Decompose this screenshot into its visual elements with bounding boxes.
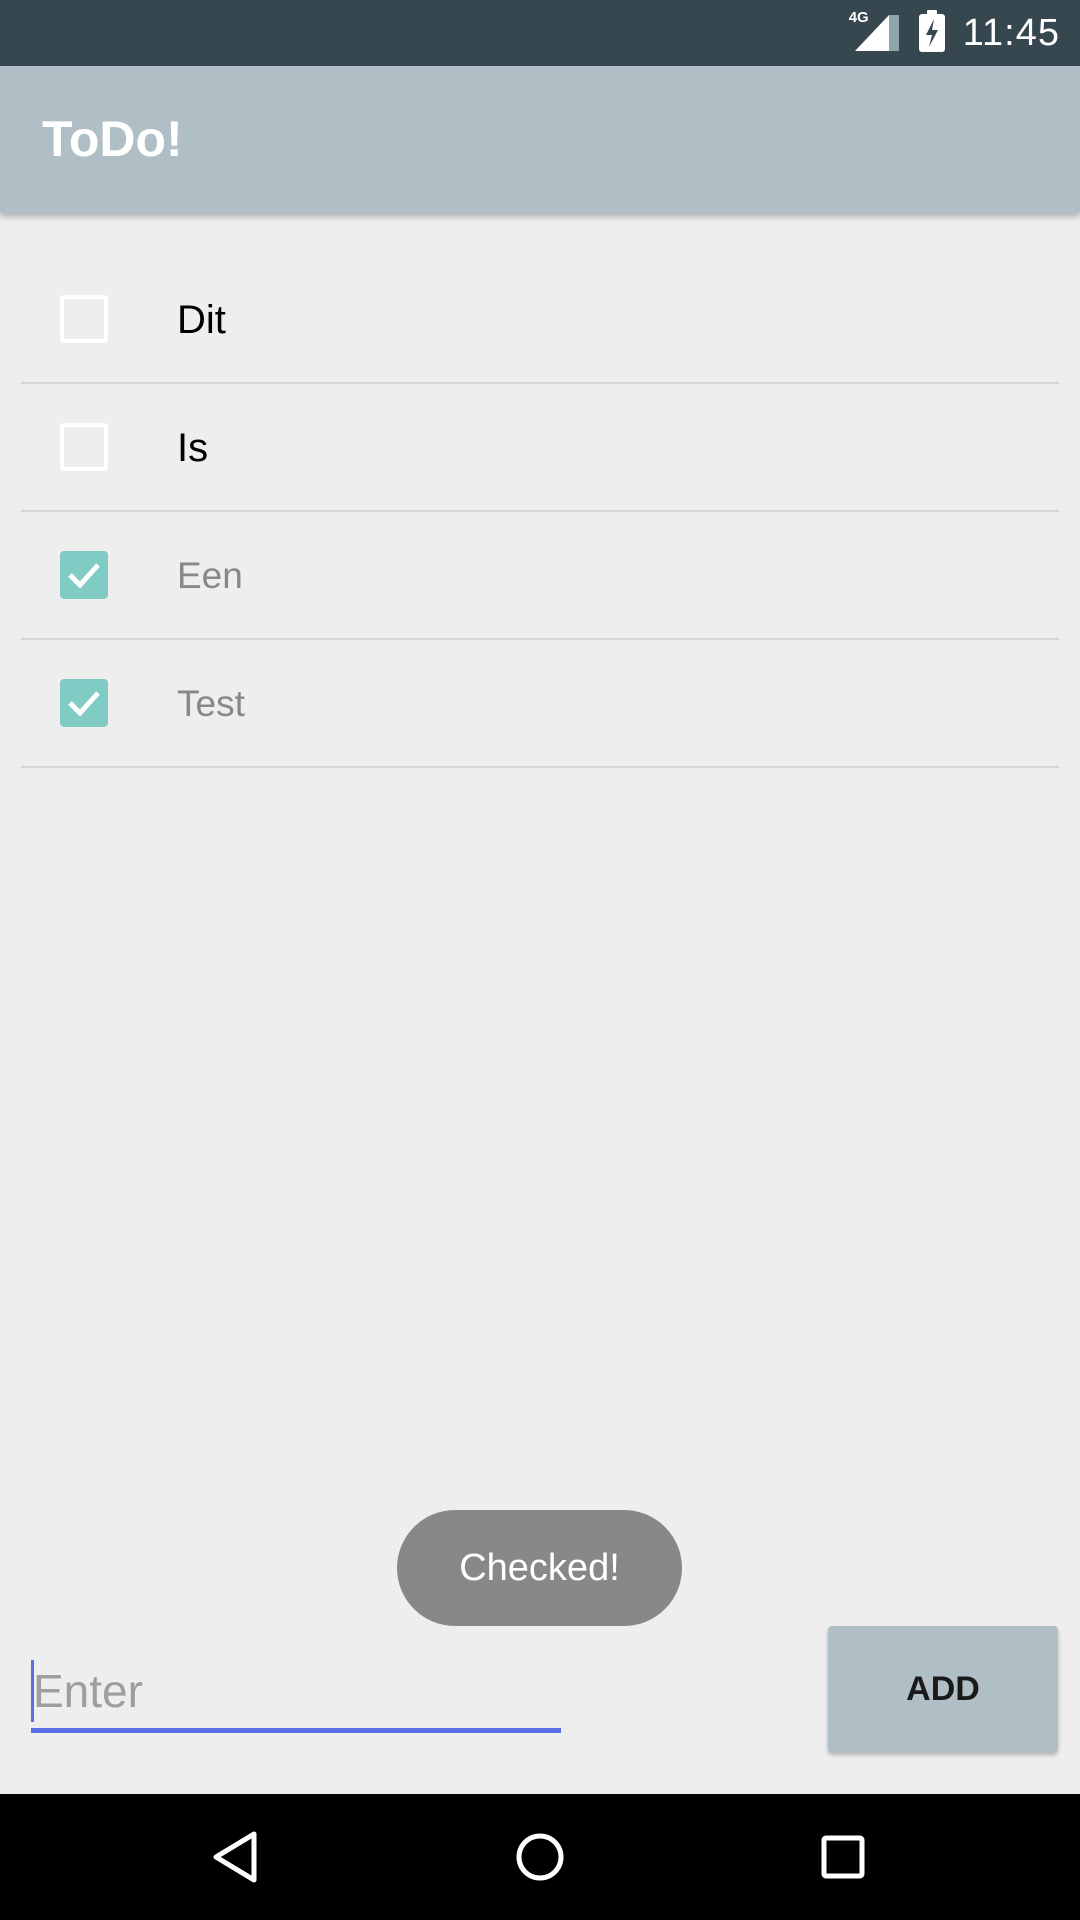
- checkbox-unchecked[interactable]: [60, 295, 108, 343]
- status-time: 11:45: [962, 11, 1060, 54]
- checkbox-checked[interactable]: [60, 551, 108, 599]
- todo-item-test[interactable]: Test: [0, 640, 1080, 768]
- todo-item-label: Dit: [177, 298, 226, 342]
- signal-indicator: 4G: [849, 9, 901, 53]
- todo-input[interactable]: [31, 1650, 561, 1732]
- todo-item-label: Test: [177, 683, 245, 724]
- input-underline: [31, 1728, 561, 1733]
- checkmark-icon: [68, 691, 100, 717]
- toast-message: Checked!: [397, 1510, 682, 1626]
- app-bar: ToDo!: [0, 66, 1080, 213]
- text-cursor: [31, 1660, 34, 1722]
- checkbox-unchecked[interactable]: [60, 423, 108, 471]
- checkmark-icon: [68, 563, 100, 589]
- status-bar: 4G 11:45: [0, 0, 1080, 66]
- add-button[interactable]: ADD: [828, 1626, 1058, 1752]
- battery-charging-icon: [918, 10, 945, 52]
- recents-icon[interactable]: [810, 1824, 876, 1890]
- divider: [21, 766, 1059, 768]
- network-type: 4G: [848, 9, 869, 26]
- back-icon[interactable]: [204, 1824, 270, 1890]
- navigation-bar: [0, 1794, 1080, 1920]
- todo-item-dit[interactable]: Dit: [0, 256, 1080, 384]
- home-icon[interactable]: [507, 1824, 573, 1890]
- todo-list: Dit Is Een Test: [0, 256, 1080, 768]
- todo-item-label: Een: [177, 555, 243, 596]
- todo-item-label: Is: [177, 426, 209, 470]
- todo-item-is[interactable]: Is: [0, 384, 1080, 512]
- todo-item-een[interactable]: Een: [0, 512, 1080, 640]
- checkbox-checked[interactable]: [60, 679, 108, 727]
- status-bar-right: 4G 11:45: [849, 0, 1060, 66]
- app-title: ToDo!: [42, 111, 183, 167]
- todo-input-wrapper: [31, 1650, 561, 1735]
